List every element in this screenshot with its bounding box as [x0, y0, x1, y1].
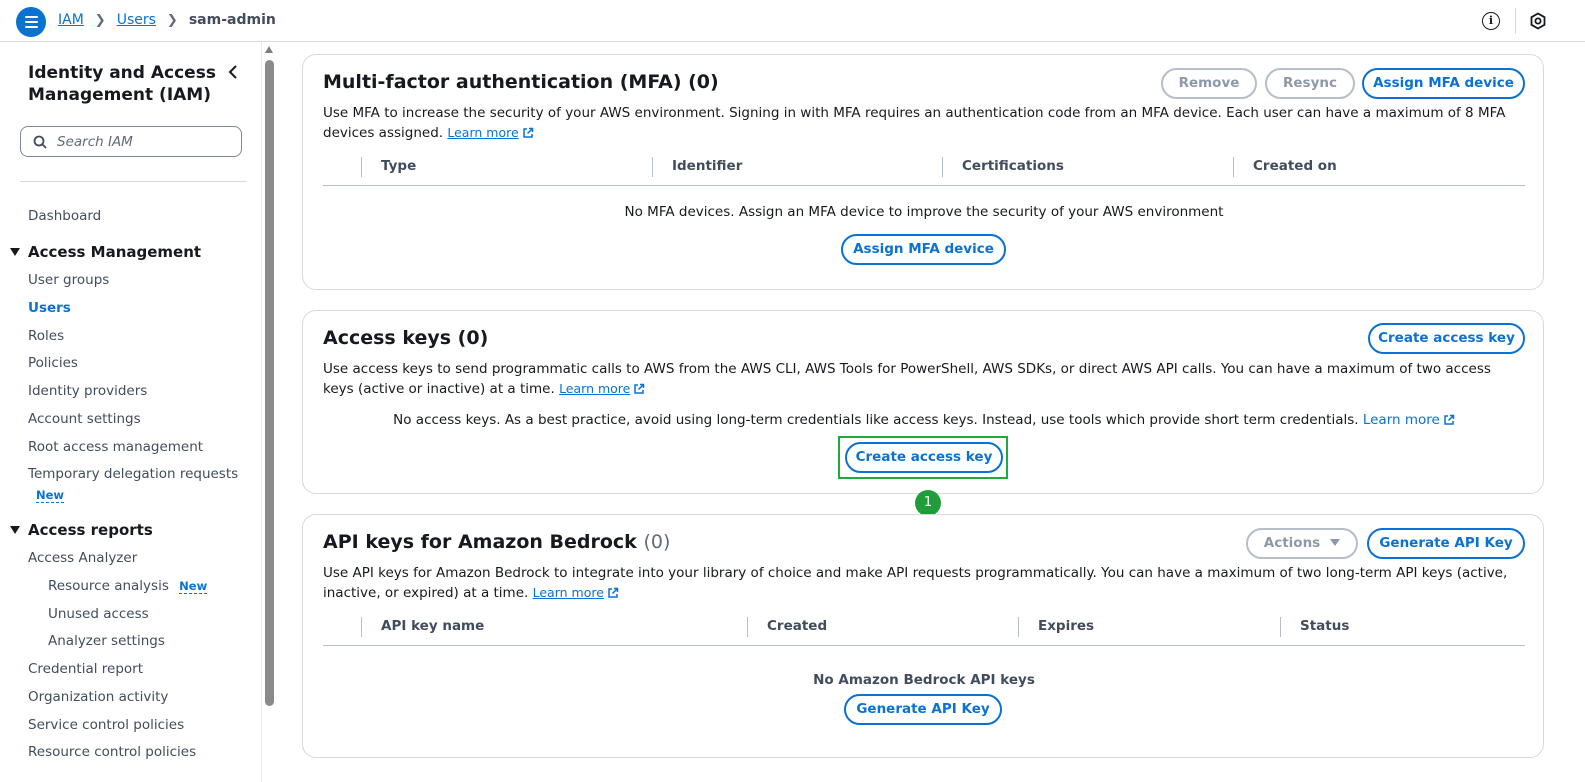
- search-box: [20, 126, 242, 157]
- caret-down-icon: [10, 248, 20, 256]
- sidebar-item-service-control-policies[interactable]: Service control policies: [28, 717, 184, 733]
- generate-api-key-button[interactable]: Generate API Key: [844, 694, 1002, 725]
- link-text: Learn more: [532, 585, 604, 600]
- sidebar-item-dashboard[interactable]: Dashboard: [28, 208, 101, 224]
- external-link-icon: [608, 587, 619, 598]
- sidebar-section-access-management[interactable]: Access Management: [10, 243, 201, 261]
- search-icon: [33, 135, 47, 149]
- generate-api-key-button-header[interactable]: Generate API Key: [1367, 528, 1525, 559]
- assign-mfa-device-button-empty[interactable]: Assign MFA device: [841, 234, 1006, 265]
- step-badge: 1: [915, 490, 941, 516]
- bedrock-table-header: API key name Created Expires Status: [323, 610, 1525, 646]
- menu-icon[interactable]: [16, 7, 46, 37]
- divider: [1515, 8, 1516, 34]
- sidebar: Identity and Access Management (IAM) Das…: [0, 42, 262, 782]
- sidebar-item-roles[interactable]: Roles: [28, 328, 64, 344]
- sidebar-item-resource-analysis[interactable]: Resource analysis New: [48, 578, 208, 594]
- new-badge: New: [36, 488, 65, 503]
- mfa-empty-message: No MFA devices. Assign an MFA device to …: [624, 204, 1224, 220]
- search-input[interactable]: [55, 132, 235, 152]
- button-label: Actions: [1263, 535, 1321, 551]
- sidebar-item-credential-report[interactable]: Credential report: [28, 661, 143, 677]
- link-text: Learn more: [559, 381, 631, 396]
- actions-dropdown-button[interactable]: Actions: [1246, 528, 1358, 559]
- access-keys-empty-learn-more-link[interactable]: Learn more: [1363, 412, 1455, 428]
- title-text: API keys for Amazon Bedrock: [323, 531, 637, 553]
- mfa-description: Use MFA to increase the security of your…: [323, 103, 1513, 143]
- column-header-type[interactable]: Type: [361, 157, 416, 177]
- external-link-icon: [634, 383, 645, 394]
- scroll-up-arrow[interactable]: [265, 46, 273, 53]
- section-label: Access reports: [28, 521, 153, 539]
- access-keys-description: Use access keys to send programmatic cal…: [323, 359, 1513, 399]
- mfa-learn-more-link[interactable]: Learn more: [447, 125, 533, 140]
- column-header-expires[interactable]: Expires: [1018, 617, 1094, 637]
- bedrock-api-keys-panel: API keys for Amazon Bedrock (0) Actions …: [302, 514, 1544, 758]
- column-header-created-on[interactable]: Created on: [1233, 157, 1337, 177]
- breadcrumb-users[interactable]: Users: [117, 12, 156, 28]
- description-text: Use API keys for Amazon Bedrock to integ…: [323, 565, 1508, 601]
- access-keys-title: Access keys (0): [323, 327, 489, 349]
- chevron-right-icon: ❯: [166, 12, 178, 28]
- scrollbar-thumb[interactable]: [265, 60, 274, 706]
- breadcrumb-iam[interactable]: IAM: [58, 12, 84, 28]
- description-text: Use access keys to send programmatic cal…: [323, 361, 1491, 397]
- bedrock-empty-message: No Amazon Bedrock API keys: [813, 672, 1035, 688]
- item-label: Resource analysis: [48, 578, 169, 594]
- column-header-created[interactable]: Created: [747, 617, 827, 637]
- access-keys-empty-message: No access keys. As a best practice, avoi…: [303, 412, 1545, 428]
- column-header-api-key-name[interactable]: API key name: [361, 617, 484, 637]
- mfa-table-header: Type Identifier Certifications Created o…: [323, 150, 1525, 186]
- link-text: Learn more: [1362, 412, 1440, 428]
- new-badge: New: [179, 579, 208, 594]
- empty-text: No access keys. As a best practice, avoi…: [393, 412, 1359, 428]
- column-header-identifier[interactable]: Identifier: [652, 157, 742, 177]
- access-keys-learn-more-link[interactable]: Learn more: [559, 381, 645, 396]
- bedrock-learn-more-link[interactable]: Learn more: [533, 585, 619, 600]
- settings-icon[interactable]: [1529, 12, 1547, 30]
- external-link-icon: [1444, 414, 1455, 425]
- sidebar-item-organization-activity[interactable]: Organization activity: [28, 689, 168, 705]
- breadcrumb-current: sam-admin: [188, 12, 276, 28]
- assign-mfa-device-button[interactable]: Assign MFA device: [1362, 68, 1525, 99]
- bedrock-description: Use API keys for Amazon Bedrock to integ…: [323, 563, 1513, 603]
- highlight-box: [838, 436, 1008, 479]
- sidebar-item-users[interactable]: Users: [28, 300, 71, 316]
- sidebar-item-root-access[interactable]: Root access management: [28, 439, 203, 455]
- resync-mfa-button[interactable]: Resync: [1265, 68, 1355, 99]
- sidebar-item-account-settings[interactable]: Account settings: [28, 411, 141, 427]
- external-link-icon: [522, 127, 533, 138]
- caret-down-icon: [10, 526, 20, 534]
- remove-mfa-button[interactable]: Remove: [1161, 68, 1257, 99]
- title-count: (0): [643, 531, 671, 553]
- bedrock-title: API keys for Amazon Bedrock (0): [323, 531, 670, 553]
- sidebar-item-analyzer-settings[interactable]: Analyzer settings: [48, 633, 165, 649]
- sidebar-item-user-groups[interactable]: User groups: [28, 272, 109, 288]
- sidebar-item-temporary-delegation[interactable]: Temporary delegation requests: [28, 466, 238, 482]
- sidebar-title: Identity and Access Management (IAM): [28, 63, 216, 105]
- caret-down-icon: [1330, 539, 1341, 546]
- sidebar-item-resource-control-policies[interactable]: Resource control policies: [28, 744, 196, 760]
- link-text: Learn more: [447, 125, 519, 140]
- divider: [20, 181, 246, 182]
- sidebar-section-access-reports[interactable]: Access reports: [10, 521, 153, 539]
- new-badge-wrap: New: [36, 487, 65, 503]
- breadcrumb: IAM ❯ Users ❯ sam-admin: [58, 12, 276, 28]
- mfa-panel: Multi-factor authentication (MFA) (0) Re…: [302, 54, 1544, 290]
- create-access-key-button-header[interactable]: Create access key: [1368, 323, 1525, 354]
- sidebar-item-identity-providers[interactable]: Identity providers: [28, 383, 147, 399]
- chevron-right-icon: ❯: [94, 12, 106, 28]
- column-header-status[interactable]: Status: [1280, 617, 1349, 637]
- info-icon[interactable]: i: [1482, 12, 1500, 30]
- top-navigation-bar: IAM ❯ Users ❯ sam-admin i: [0, 0, 1585, 42]
- sidebar-item-access-analyzer[interactable]: Access Analyzer: [28, 550, 137, 566]
- sidebar-item-policies[interactable]: Policies: [28, 355, 78, 371]
- section-label: Access Management: [28, 243, 202, 261]
- column-header-certifications[interactable]: Certifications: [942, 157, 1064, 177]
- chevron-left-icon[interactable]: [226, 64, 240, 80]
- sidebar-item-unused-access[interactable]: Unused access: [48, 606, 149, 622]
- mfa-title: Multi-factor authentication (MFA) (0): [323, 71, 719, 93]
